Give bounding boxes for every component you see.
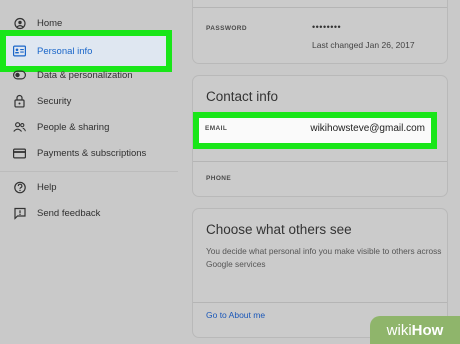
password-label: PASSWORD	[206, 25, 247, 32]
email-row[interactable]: EMAIL wikihowsteve@gmail.com	[193, 112, 437, 149]
sidebar-item-label: Send feedback	[37, 207, 101, 219]
contact-info-title: Contact info	[206, 89, 279, 104]
password-value: ••••••••	[312, 22, 342, 32]
sidebar-item-label: Payments & subscriptions	[37, 147, 147, 159]
email-value: wikihowsteve@gmail.com	[310, 123, 425, 134]
password-card	[192, 0, 448, 64]
sidebar-item-security[interactable]: Security	[0, 89, 175, 113]
sidebar-item-data-personalization[interactable]: Data & personalization	[0, 63, 175, 87]
sidebar-item-label: People & sharing	[37, 121, 110, 133]
password-divider	[193, 7, 447, 8]
sidebar-item-people-sharing[interactable]: People & sharing	[0, 115, 175, 139]
sidebar: Home Personal info Data & personalizatio…	[0, 0, 180, 344]
home-icon	[13, 17, 26, 30]
phone-label[interactable]: PHONE	[206, 175, 231, 182]
sidebar-item-payments[interactable]: Payments & subscriptions	[0, 141, 175, 165]
contact-divider	[193, 161, 447, 162]
watermark-wiki: wiki	[386, 321, 412, 339]
sidebar-item-label: Home	[37, 17, 63, 29]
sidebar-item-label: Security	[37, 95, 72, 107]
sidebar-item-label: Data & personalization	[37, 69, 133, 81]
sidebar-item-label: Help	[37, 181, 57, 193]
wikihow-watermark: wiki How	[370, 316, 460, 344]
feedback-icon	[13, 207, 26, 220]
sidebar-divider	[0, 171, 178, 172]
sidebar-item-label: Personal info	[37, 45, 93, 57]
choose-divider	[193, 302, 447, 303]
choose-title: Choose what others see	[206, 222, 352, 237]
email-label: EMAIL	[205, 125, 228, 132]
id-card-icon	[13, 45, 26, 58]
toggle-icon	[13, 69, 26, 82]
watermark-how: How	[411, 321, 444, 339]
sidebar-item-send-feedback[interactable]: Send feedback	[0, 201, 175, 225]
about-me-link[interactable]: Go to About me	[206, 310, 265, 320]
help-icon	[13, 181, 26, 194]
lock-icon	[13, 94, 26, 108]
credit-card-icon	[13, 147, 26, 160]
sidebar-item-help[interactable]: Help	[0, 175, 175, 199]
people-icon	[13, 121, 26, 134]
choose-description: You decide what personal info you make v…	[206, 246, 442, 269]
password-last-changed: Last changed Jan 26, 2017	[312, 40, 415, 50]
